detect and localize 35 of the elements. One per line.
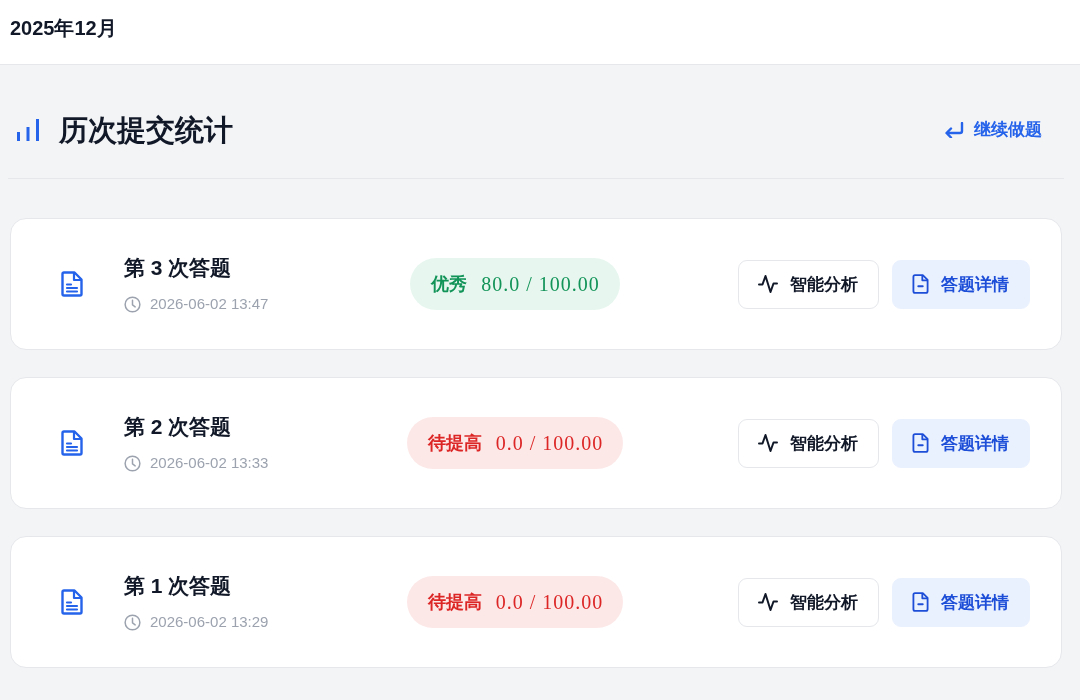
analysis-button[interactable]: 智能分析	[738, 259, 879, 309]
pulse-icon	[758, 592, 778, 612]
document-icon	[61, 589, 83, 615]
score-text: 80.0 / 100.00	[481, 272, 600, 296]
details-button[interactable]: 答题详情	[892, 577, 1030, 627]
score-text: 0.0 / 100.00	[495, 431, 604, 455]
clock-icon	[124, 613, 141, 631]
file-minus-icon	[912, 274, 929, 294]
page-title: 历次提交统计	[59, 112, 233, 148]
submission-time: 2026-06-02 13:47	[150, 294, 269, 314]
clock-icon	[124, 454, 141, 472]
grade-label: 优秀	[431, 273, 468, 296]
pulse-icon	[758, 274, 778, 294]
document-icon	[61, 430, 83, 456]
details-button[interactable]: 答题详情	[892, 418, 1030, 468]
grade-label: 待提高	[427, 591, 482, 614]
submission-time: 2026-06-02 13:29	[150, 612, 269, 632]
details-button[interactable]: 答题详情	[892, 259, 1030, 309]
attempt-title: 第 2 次答题	[124, 414, 232, 440]
bar-chart-icon	[16, 118, 40, 141]
return-arrow-icon	[944, 121, 964, 138]
grade-label: 待提高	[427, 432, 482, 455]
document-icon	[61, 271, 83, 297]
file-minus-icon	[912, 592, 929, 612]
continue-link[interactable]: 继续做题	[944, 117, 1042, 142]
analysis-button[interactable]: 智能分析	[738, 418, 879, 468]
clock-icon	[124, 295, 141, 313]
attempt-title: 第 1 次答题	[124, 573, 232, 599]
submission-time: 2026-06-02 13:33	[150, 453, 269, 473]
score-text: 0.0 / 100.00	[495, 590, 604, 614]
analysis-button[interactable]: 智能分析	[738, 577, 879, 627]
attempt-title: 第 3 次答题	[124, 255, 232, 281]
file-minus-icon	[912, 433, 929, 453]
pulse-icon	[758, 433, 778, 453]
month-title: 2025年12月	[10, 17, 117, 39]
